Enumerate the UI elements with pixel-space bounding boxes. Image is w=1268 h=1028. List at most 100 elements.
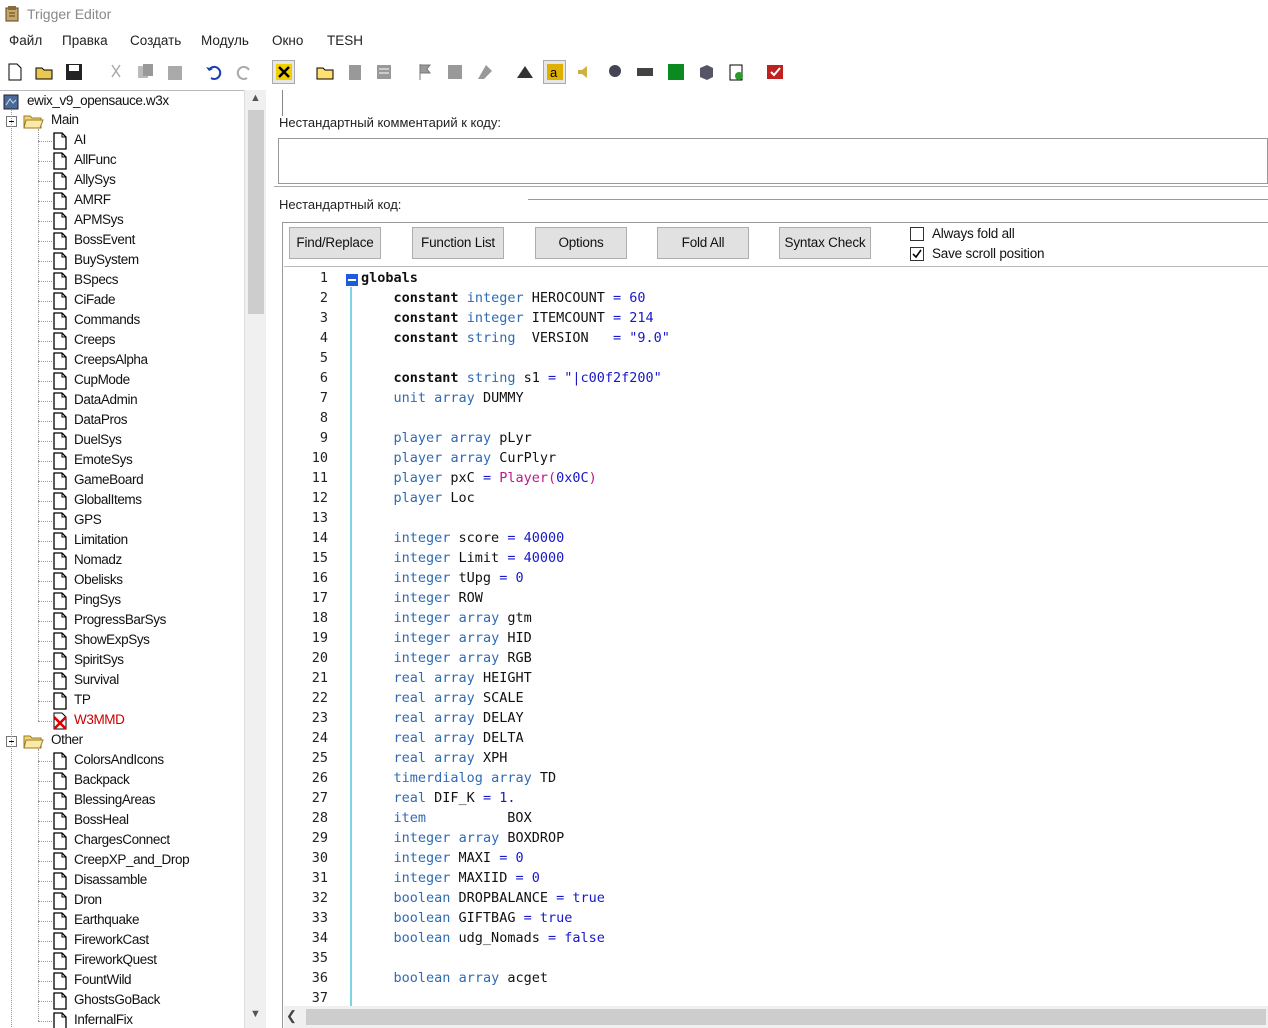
code-scroll-thumb[interactable] xyxy=(306,1009,1266,1025)
code-line[interactable]: integer MAXIID = 0 xyxy=(361,870,540,886)
code-line[interactable]: integer ROW xyxy=(361,590,483,606)
save-scroll-position-checkbox[interactable] xyxy=(910,247,924,261)
code-line[interactable]: player Loc xyxy=(361,490,475,506)
code-line[interactable]: boolean udg_Nomads = false xyxy=(361,930,605,946)
code-line[interactable]: constant integer ITEMCOUNT = 214 xyxy=(361,310,654,326)
code-line[interactable]: integer array gtm xyxy=(361,610,532,626)
save-icon[interactable] xyxy=(62,60,85,84)
code-token: array xyxy=(434,690,475,706)
code-line[interactable]: integer array BOXDROP xyxy=(361,830,565,846)
menu-module[interactable]: Модуль xyxy=(201,33,249,48)
scroll-down-icon[interactable]: ▼ xyxy=(245,1008,266,1026)
code-horizontal-scrollbar[interactable]: ❮ xyxy=(284,1006,1268,1028)
undo-icon[interactable] xyxy=(202,60,225,84)
code-line[interactable]: constant string s1 = "|c00f2f200" xyxy=(361,370,662,386)
code-line[interactable]: integer tUpg = 0 xyxy=(361,570,524,586)
code-line[interactable]: player array CurPlyr xyxy=(361,450,557,466)
menu-window[interactable]: Окно xyxy=(272,33,303,48)
object-manager-icon[interactable] xyxy=(694,60,717,84)
new-action-icon[interactable] xyxy=(473,60,496,84)
code-line[interactable]: integer Limit = 40000 xyxy=(361,550,565,566)
terrain-editor-icon[interactable] xyxy=(513,60,536,84)
code-line[interactable]: globals xyxy=(361,270,418,286)
tree-connector xyxy=(38,261,52,262)
tree-scrollbar[interactable]: ▲ ▼ xyxy=(244,90,266,1028)
test-map-icon[interactable] xyxy=(763,60,786,84)
code-token: HEROCOUNT xyxy=(523,290,613,306)
new-category-icon[interactable] xyxy=(313,60,336,84)
object-editor-icon[interactable] xyxy=(603,60,626,84)
code-line[interactable]: item BOX xyxy=(361,810,532,826)
fold-collapse-icon[interactable] xyxy=(346,274,358,286)
tree-item-label: GhostsGoBack xyxy=(74,992,160,1007)
code-line[interactable]: boolean GIFTBAG = true xyxy=(361,910,573,926)
ai-editor-icon[interactable] xyxy=(664,60,687,84)
new-trigger-icon[interactable] xyxy=(343,60,366,84)
code-token: array xyxy=(458,970,500,986)
code-line[interactable]: real array HEIGHT xyxy=(361,670,532,686)
code-line[interactable]: constant integer HEROCOUNT = 60 xyxy=(361,290,646,306)
code-token: real xyxy=(393,730,427,746)
code-line[interactable]: integer MAXI = 0 xyxy=(361,850,524,866)
tree-connector xyxy=(38,1001,52,1002)
code-line[interactable]: boolean array acget xyxy=(361,970,548,986)
cut-icon[interactable] xyxy=(104,60,127,84)
comment-textarea[interactable] xyxy=(278,138,1268,184)
scroll-up-icon[interactable]: ▲ xyxy=(245,92,266,110)
new-event-icon[interactable] xyxy=(413,60,436,84)
code-token: DELAY xyxy=(474,710,524,726)
import-manager-icon[interactable] xyxy=(724,60,747,84)
redo-icon[interactable] xyxy=(232,60,255,84)
code-line[interactable]: integer score = 40000 xyxy=(361,530,565,546)
menu-create[interactable]: Создать xyxy=(130,33,181,48)
close-x-icon[interactable] xyxy=(272,60,295,84)
copy-icon[interactable] xyxy=(134,60,157,84)
code-token: boolean xyxy=(393,910,451,926)
tree-scroll-thumb[interactable] xyxy=(248,110,264,314)
new-condition-icon[interactable] xyxy=(443,60,466,84)
menu-file[interactable]: Файл xyxy=(9,33,42,48)
code-line[interactable]: real DIF_K = 1. xyxy=(361,790,516,806)
tree-item-label: Backpack xyxy=(74,772,130,787)
code-line[interactable]: boolean DROPBALANCE = true xyxy=(361,890,605,906)
menu-tesh[interactable]: TESH xyxy=(327,33,363,48)
code-line[interactable]: integer array RGB xyxy=(361,650,532,666)
new-comment-icon[interactable] xyxy=(372,60,395,84)
always-fold-all-checkbox[interactable] xyxy=(910,227,924,241)
syntax-check-button[interactable]: Syntax Check xyxy=(779,227,871,259)
code-line[interactable]: player array pLyr xyxy=(361,430,532,446)
code-editor[interactable]: 1 globals 2 constant integer HEROCOUNT = 6… xyxy=(284,266,1268,1006)
trigger-editor-icon[interactable]: a xyxy=(543,60,566,84)
paste-icon[interactable] xyxy=(163,60,186,84)
tree-item-label: Survival xyxy=(74,672,119,687)
code-line[interactable]: player pxC = Player(0x0C) xyxy=(361,470,597,486)
campaign-editor-icon[interactable] xyxy=(633,60,656,84)
trigger-tree[interactable]: ewix_v9_opensauce.w3x Main AI AllFunc AllySy… xyxy=(0,90,266,1028)
code-line[interactable]: constant string VERSION = "9.0" xyxy=(361,330,670,346)
code-line[interactable]: real array DELAY xyxy=(361,710,524,726)
line-number: 29 xyxy=(311,830,328,846)
code-line[interactable]: real array XPH xyxy=(361,750,508,766)
open-folder-icon[interactable] xyxy=(32,60,55,84)
sound-editor-icon[interactable] xyxy=(573,60,596,84)
tree-connector xyxy=(38,401,52,402)
options-button[interactable]: Options xyxy=(535,227,627,259)
code-line[interactable]: real array DELTA xyxy=(361,730,524,746)
code-token: BOXDROP xyxy=(499,830,565,846)
fold-all-button[interactable]: Fold All xyxy=(657,227,749,259)
code-line[interactable]: unit array DUMMY xyxy=(361,390,524,406)
tree-item-label: Commands xyxy=(74,312,140,327)
new-icon[interactable] xyxy=(3,60,26,84)
find-replace-button[interactable]: Find/Replace xyxy=(289,227,381,259)
code-line[interactable]: real array SCALE xyxy=(361,690,524,706)
scroll-left-icon[interactable]: ❮ xyxy=(286,1008,297,1024)
menu-edit[interactable]: Правка xyxy=(62,33,108,48)
line-number: 16 xyxy=(311,570,328,586)
code-token: player xyxy=(393,450,443,466)
function-list-button[interactable]: Function List xyxy=(412,227,504,259)
code-line[interactable]: integer array HID xyxy=(361,630,532,646)
code-line[interactable]: timerdialog array TD xyxy=(361,770,557,786)
code-token: = xyxy=(547,370,557,386)
